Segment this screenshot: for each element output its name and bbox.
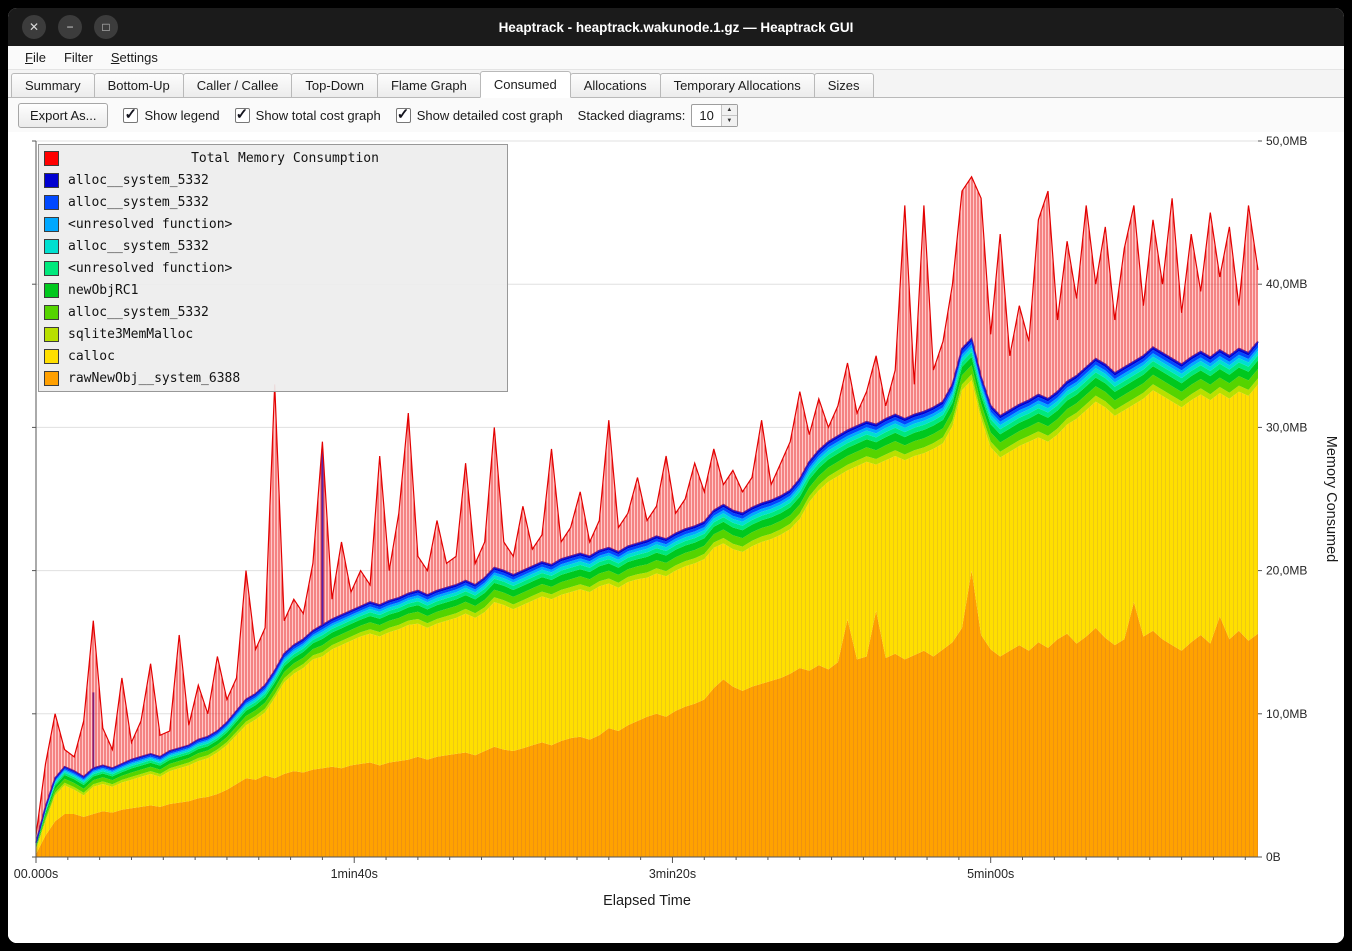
checkbox-label: Show legend bbox=[144, 108, 219, 123]
title-bar: ✕ − □ Heaptrack - heaptrack.wakunode.1.g… bbox=[8, 8, 1344, 46]
x-tick-label: 5min00s bbox=[967, 867, 1014, 881]
checkbox-label: Show total cost graph bbox=[256, 108, 381, 123]
check-icon: ✓ bbox=[124, 105, 137, 123]
check-icon: ✓ bbox=[397, 105, 410, 123]
legend-swatch bbox=[44, 239, 59, 254]
y-tick-label: 40,0MB bbox=[1266, 277, 1307, 291]
consumed-chart-region[interactable]: Total Memory Consumption alloc__system_5… bbox=[8, 132, 1344, 943]
app-window: ✕ − □ Heaptrack - heaptrack.wakunode.1.g… bbox=[8, 8, 1344, 943]
legend-label: alloc__system_5332 bbox=[68, 195, 209, 210]
y-tick-label: 10,0MB bbox=[1266, 707, 1307, 721]
spinner-up-icon[interactable]: ▲ bbox=[722, 105, 737, 116]
checkbox-box[interactable]: ✓ bbox=[396, 108, 411, 123]
window-title: Heaptrack - heaptrack.wakunode.1.gz — He… bbox=[8, 20, 1344, 35]
y-tick-label: 50,0MB bbox=[1266, 134, 1307, 148]
legend-item: <unresolved function> bbox=[39, 257, 507, 279]
x-tick-label: 3min20s bbox=[649, 867, 696, 881]
desktop-background: { "window": { "title": "Heaptrack - heap… bbox=[0, 0, 1352, 951]
toolbar: Export As... ✓ Show legend ✓ Show total cos… bbox=[8, 98, 1344, 132]
legend-swatch bbox=[44, 371, 59, 386]
tab-flame-graph[interactable]: Flame Graph bbox=[377, 73, 481, 97]
window-controls: ✕ − □ bbox=[22, 15, 118, 39]
legend-label: <unresolved function> bbox=[68, 261, 232, 276]
legend-swatch bbox=[44, 327, 59, 342]
checkbox-show-legend[interactable]: ✓ Show legend bbox=[123, 108, 219, 123]
checkbox-box[interactable]: ✓ bbox=[235, 108, 250, 123]
legend-label: rawNewObj__system_6388 bbox=[68, 371, 240, 386]
tab-top-down[interactable]: Top-Down bbox=[291, 73, 378, 97]
stacked-diagrams-spinner[interactable]: 10 ▲ ▼ bbox=[691, 104, 737, 127]
legend-swatch bbox=[44, 349, 59, 364]
legend-item: alloc__system_5332 bbox=[39, 191, 507, 213]
x-tick-label: 1min40s bbox=[331, 867, 378, 881]
y-tick-label: 30,0MB bbox=[1266, 420, 1307, 434]
checkbox-show-total-cost-graph[interactable]: ✓ Show total cost graph bbox=[235, 108, 381, 123]
tab-summary[interactable]: Summary bbox=[11, 73, 95, 97]
minimize-button[interactable]: − bbox=[58, 15, 82, 39]
legend-item: sqlite3MemMalloc bbox=[39, 323, 507, 345]
legend-label: alloc__system_5332 bbox=[68, 239, 209, 254]
legend-label: alloc__system_5332 bbox=[68, 305, 209, 320]
x-axis-title: Elapsed Time bbox=[603, 893, 691, 909]
checkbox-label: Show detailed cost graph bbox=[417, 108, 563, 123]
legend-swatch bbox=[44, 305, 59, 320]
legend-swatch bbox=[44, 195, 59, 210]
legend-label: sqlite3MemMalloc bbox=[68, 327, 193, 342]
tab-sizes[interactable]: Sizes bbox=[814, 73, 874, 97]
close-button[interactable]: ✕ bbox=[22, 15, 46, 39]
legend-label: <unresolved function> bbox=[68, 217, 232, 232]
spinner-buttons: ▲ ▼ bbox=[721, 105, 737, 126]
y-tick-label: 0B bbox=[1266, 850, 1281, 864]
legend-swatch bbox=[44, 283, 59, 298]
tab-bar: SummaryBottom-UpCaller / CalleeTop-DownF… bbox=[8, 70, 1344, 98]
legend-title-row: Total Memory Consumption bbox=[39, 147, 507, 169]
tab-caller-callee[interactable]: Caller / Callee bbox=[183, 73, 293, 97]
x-tick-label: 00.000s bbox=[14, 867, 58, 881]
legend-item: alloc__system_5332 bbox=[39, 301, 507, 323]
legend-item: alloc__system_5332 bbox=[39, 235, 507, 257]
legend-total-swatch bbox=[44, 151, 59, 166]
checkbox-show-detailed-cost-graph[interactable]: ✓ Show detailed cost graph bbox=[396, 108, 563, 123]
toolbar-checkboxes: ✓ Show legend ✓ Show total cost graph ✓ Show … bbox=[123, 108, 562, 123]
check-icon: ✓ bbox=[236, 105, 249, 123]
tab-consumed[interactable]: Consumed bbox=[480, 71, 571, 98]
legend-item: newObjRC1 bbox=[39, 279, 507, 301]
y-axis-title: Memory Consumed bbox=[1323, 436, 1339, 563]
menu-item-settings[interactable]: Settings bbox=[102, 48, 167, 67]
legend-item: calloc bbox=[39, 345, 507, 367]
legend-label: newObjRC1 bbox=[68, 283, 138, 298]
maximize-button[interactable]: □ bbox=[94, 15, 118, 39]
legend-swatch bbox=[44, 261, 59, 276]
menu-bar: FileFilterSettings bbox=[8, 46, 1344, 70]
legend-item: <unresolved function> bbox=[39, 213, 507, 235]
legend-item: alloc__system_5332 bbox=[39, 169, 507, 191]
checkbox-box[interactable]: ✓ bbox=[123, 108, 138, 123]
legend-item: rawNewObj__system_6388 bbox=[39, 367, 507, 389]
spinner-down-icon[interactable]: ▼ bbox=[722, 116, 737, 126]
legend-swatch bbox=[44, 217, 59, 232]
menu-item-file[interactable]: File bbox=[16, 48, 55, 67]
legend-label: calloc bbox=[68, 349, 115, 364]
y-tick-label: 20,0MB bbox=[1266, 564, 1307, 578]
stacked-diagrams-label: Stacked diagrams: bbox=[578, 108, 686, 123]
chart-legend: Total Memory Consumption alloc__system_5… bbox=[38, 144, 508, 392]
legend-label: alloc__system_5332 bbox=[68, 173, 209, 188]
export-as-button[interactable]: Export As... bbox=[18, 103, 108, 128]
tab-bottom-up[interactable]: Bottom-Up bbox=[94, 73, 184, 97]
legend-title: Total Memory Consumption bbox=[68, 151, 502, 166]
menu-item-filter[interactable]: Filter bbox=[55, 48, 102, 67]
legend-swatch bbox=[44, 173, 59, 188]
tab-temporary-allocations[interactable]: Temporary Allocations bbox=[660, 73, 815, 97]
stacked-diagrams-value: 10 bbox=[692, 105, 720, 126]
tab-allocations[interactable]: Allocations bbox=[570, 73, 661, 97]
